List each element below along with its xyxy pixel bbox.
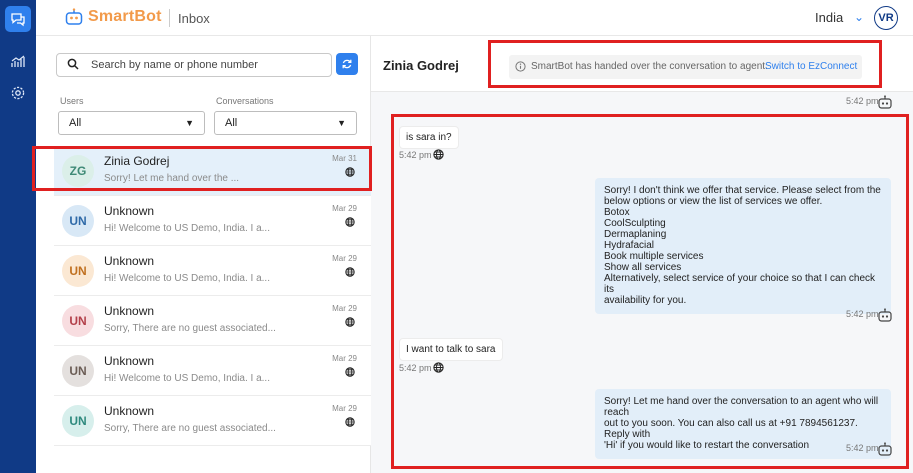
conversation-date: Mar 29 — [332, 204, 357, 213]
contact-name: Unknown — [104, 354, 155, 368]
message-preview: Hi! Welcome to US Demo, India. I a... — [104, 373, 270, 384]
chat-nav-button[interactable] — [5, 6, 31, 32]
page-title: Inbox — [178, 11, 210, 26]
selected-conversation-highlight — [32, 146, 372, 191]
country-selector[interactable]: India — [815, 10, 843, 25]
conversation-date: Mar 29 — [332, 304, 357, 313]
contact-avatar: UN — [62, 305, 94, 337]
settings-icon — [11, 86, 25, 100]
conversation-item[interactable]: UN Unknown Hi! Welcome to US Demo, India… — [54, 196, 371, 246]
message-preview: Hi! Welcome to US Demo, India. I a... — [104, 223, 270, 234]
conversations-filter-select[interactable]: All ▼ — [214, 111, 357, 135]
handover-banner-highlight — [488, 40, 882, 88]
message-time: 5:42 pm — [846, 96, 879, 106]
contact-avatar: UN — [62, 405, 94, 437]
conversation-list: ZG Zinia Godrej Sorry! Let me hand over … — [36, 146, 371, 446]
settings-nav-button[interactable] — [5, 80, 31, 106]
search-box — [56, 53, 332, 77]
navigation-rail — [0, 0, 36, 473]
conversations-filter-label: Conversations — [216, 96, 274, 106]
robot-logo-icon — [65, 8, 83, 25]
bot-icon — [878, 95, 892, 109]
conversation-panel: Users Conversations All ▼ All ▼ ZG Zinia… — [36, 36, 371, 473]
analytics-nav-button[interactable] — [5, 48, 31, 74]
message-preview: Sorry, There are no guest associated... — [104, 323, 276, 334]
contact-name: Unknown — [104, 404, 155, 418]
chat-icon — [11, 13, 25, 27]
header-divider — [169, 9, 170, 27]
users-filter-select[interactable]: All ▼ — [58, 111, 205, 135]
conversation-date: Mar 29 — [332, 254, 357, 263]
conversation-item[interactable]: UN Unknown Hi! Welcome to US Demo, India… — [54, 246, 371, 296]
users-filter-value: All — [69, 117, 82, 129]
contact-name: Unknown — [104, 254, 155, 268]
message-preview: Hi! Welcome to US Demo, India. I a... — [104, 273, 270, 284]
globe-icon — [345, 217, 355, 227]
globe-icon — [345, 267, 355, 277]
contact-avatar: UN — [62, 355, 94, 387]
refresh-icon — [342, 59, 352, 69]
contact-avatar: UN — [62, 255, 94, 287]
conversations-filter-value: All — [225, 117, 238, 129]
user-avatar[interactable]: VR — [874, 6, 898, 30]
brand-name: SmartBot — [88, 8, 162, 25]
chevron-down-icon: ▼ — [185, 118, 194, 128]
search-input[interactable] — [91, 54, 327, 76]
brand-logo[interactable]: SmartBot — [64, 8, 162, 26]
chevron-down-icon[interactable]: ⌄ — [854, 10, 864, 24]
conversation-item[interactable]: UN Unknown Sorry, There are no guest ass… — [54, 296, 371, 346]
search-icon — [67, 58, 79, 70]
conversation-item[interactable]: UN Unknown Sorry, There are no guest ass… — [54, 396, 371, 446]
globe-icon — [345, 367, 355, 377]
contact-avatar: UN — [62, 205, 94, 237]
refresh-button[interactable] — [336, 53, 358, 75]
chat-contact-name: Zinia Godrej — [383, 58, 459, 73]
conversation-date: Mar 29 — [332, 354, 357, 363]
contact-name: Unknown — [104, 304, 155, 318]
contact-name: Unknown — [104, 204, 155, 218]
analytics-icon — [11, 55, 25, 67]
chat-area-highlight — [391, 114, 909, 469]
globe-icon — [345, 417, 355, 427]
chevron-down-icon: ▼ — [337, 118, 346, 128]
users-filter-label: Users — [60, 96, 84, 106]
top-bar: SmartBot Inbox India ⌄ VR — [36, 0, 913, 36]
conversation-item[interactable]: UN Unknown Hi! Welcome to US Demo, India… — [54, 346, 371, 396]
message-preview: Sorry, There are no guest associated... — [104, 423, 276, 434]
globe-icon — [345, 317, 355, 327]
conversation-date: Mar 29 — [332, 404, 357, 413]
